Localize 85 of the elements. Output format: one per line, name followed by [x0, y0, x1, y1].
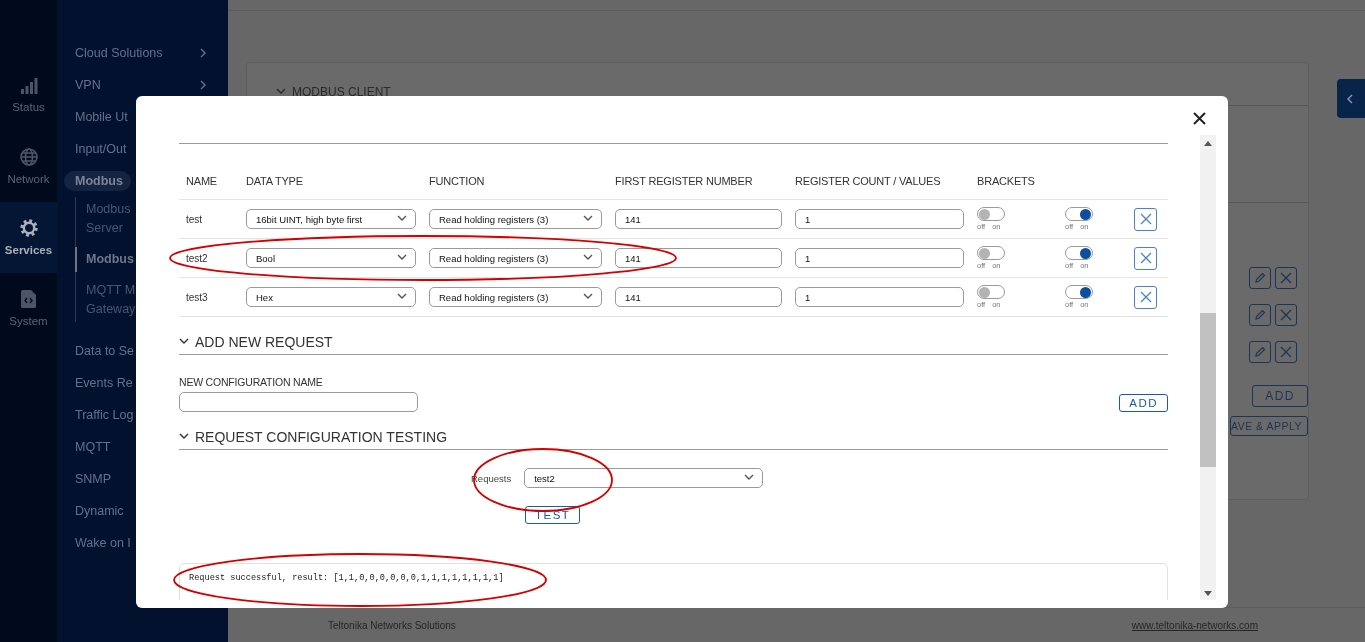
scrollbar[interactable] [1200, 135, 1216, 600]
edit-button[interactable] [1249, 341, 1271, 363]
pencil-icon [1254, 309, 1266, 321]
sidebar-item[interactable]: MQTT [75, 440, 111, 454]
section-title: ADD NEW REQUEST [195, 334, 333, 350]
x-icon [1280, 346, 1292, 358]
delete-button[interactable] [1134, 207, 1157, 231]
toggle-switch[interactable] [1065, 207, 1093, 221]
submenu-item[interactable]: Modbus [75, 247, 134, 272]
x-icon [1280, 272, 1292, 284]
code-file-icon [21, 290, 36, 308]
submenu-item[interactable]: Modbus Server [76, 197, 131, 241]
pencil-icon [1254, 346, 1266, 358]
select-field[interactable]: Read holding registers (3) [429, 209, 602, 229]
footer-text: Teltonika Networks Solutions [328, 619, 456, 631]
rail-item[interactable]: Network [0, 131, 57, 202]
x-icon [1139, 252, 1152, 264]
column-header: FIRST REGISTER NUMBER [615, 175, 754, 187]
input-field[interactable]: 141 [615, 209, 782, 229]
input-field[interactable]: 1 [795, 248, 964, 268]
table-cell-text: test2 [185, 252, 209, 264]
triangle-down-icon[interactable] [1204, 591, 1212, 596]
sidebar-item[interactable]: Dynamic [75, 504, 124, 518]
delete-button[interactable] [1275, 267, 1297, 289]
sidebar-item[interactable]: VPN [75, 78, 101, 92]
input-field[interactable]: 1 [795, 287, 964, 307]
toggle-switch[interactable] [1065, 285, 1093, 299]
x-icon [1280, 309, 1292, 321]
field-label: NEW CONFIGURATION NAME [179, 376, 324, 388]
add-button[interactable]: ADD [1119, 394, 1168, 412]
rail-item[interactable]: Status [0, 60, 57, 131]
section-title: MODBUS CLIENT [292, 85, 391, 99]
gear-icon [19, 219, 38, 237]
save-apply-button[interactable]: AVE & APPLY [1229, 416, 1308, 436]
sidebar-item[interactable]: Events Re [75, 376, 133, 390]
footer-link[interactable]: www.teltonika-networks.com [1131, 619, 1258, 631]
input-field[interactable] [179, 392, 418, 412]
delete-button[interactable] [1275, 341, 1297, 363]
edit-button[interactable] [1249, 304, 1271, 326]
column-header: REGISTER COUNT / VALUES [795, 175, 942, 187]
toggle-switch[interactable] [977, 207, 1005, 221]
pencil-icon [1254, 272, 1266, 284]
signal-bars-icon [19, 78, 38, 94]
sidebar-item[interactable]: Mobile Ut [75, 110, 128, 124]
sidebar-item[interactable]: Modbus [64, 171, 131, 191]
select-field[interactable]: test2 [524, 468, 764, 488]
table-cell-text: test [185, 213, 204, 225]
sidebar-item[interactable]: Cloud Solutions [75, 46, 163, 60]
select-field[interactable]: Bool [246, 248, 416, 268]
close-icon[interactable] [1190, 109, 1208, 127]
input-field[interactable]: 141 [615, 287, 782, 307]
globe-icon [19, 148, 38, 166]
input-field[interactable]: 141 [615, 248, 782, 268]
collapse-tab[interactable] [1337, 79, 1365, 118]
result-text: Request successful, result: [1,1,0,0,0,0,0,0,1,1,1,1,1,1,1,1] [189, 573, 504, 583]
x-icon [1139, 213, 1152, 225]
submenu-item[interactable]: MQTT M Gateway [76, 278, 136, 322]
edit-button[interactable] [1249, 267, 1271, 289]
select-field[interactable]: 16bit UINT, high byte first [246, 209, 416, 229]
toggle-switch[interactable] [1065, 246, 1093, 260]
add-button[interactable]: ADD [1252, 385, 1308, 407]
column-header: BRACKETS [977, 175, 1036, 187]
delete-button[interactable] [1134, 285, 1157, 309]
select-field[interactable]: Hex [246, 287, 416, 307]
toggle-switch[interactable] [977, 285, 1005, 299]
sidebar-item[interactable]: Data to Se [75, 344, 135, 358]
delete-button[interactable] [1275, 304, 1297, 326]
triangle-up-icon[interactable] [1204, 141, 1212, 146]
column-header: FUNCTION [429, 175, 486, 187]
sidebar-item[interactable]: Traffic Log [75, 408, 134, 422]
input-field[interactable]: 1 [795, 209, 964, 229]
sidebar-item[interactable]: Wake on I [75, 536, 131, 550]
sidebar-item[interactable]: Input/Out [75, 142, 127, 156]
select-field[interactable]: Read holding registers (3) [429, 287, 602, 307]
x-icon [1139, 291, 1152, 303]
rail-item[interactable]: Services [0, 202, 57, 273]
section-title: REQUEST CONFIGURATION TESTING [195, 429, 448, 445]
column-header: NAME [185, 175, 218, 187]
rail-item[interactable]: System [0, 273, 57, 344]
select-field[interactable]: Read holding registers (3) [429, 248, 602, 268]
sidebar-item[interactable]: SNMP [75, 472, 112, 486]
toggle-switch[interactable] [977, 246, 1005, 260]
delete-button[interactable] [1134, 246, 1157, 270]
column-header: DATA TYPE [246, 175, 304, 187]
table-cell-text: test3 [185, 291, 209, 303]
